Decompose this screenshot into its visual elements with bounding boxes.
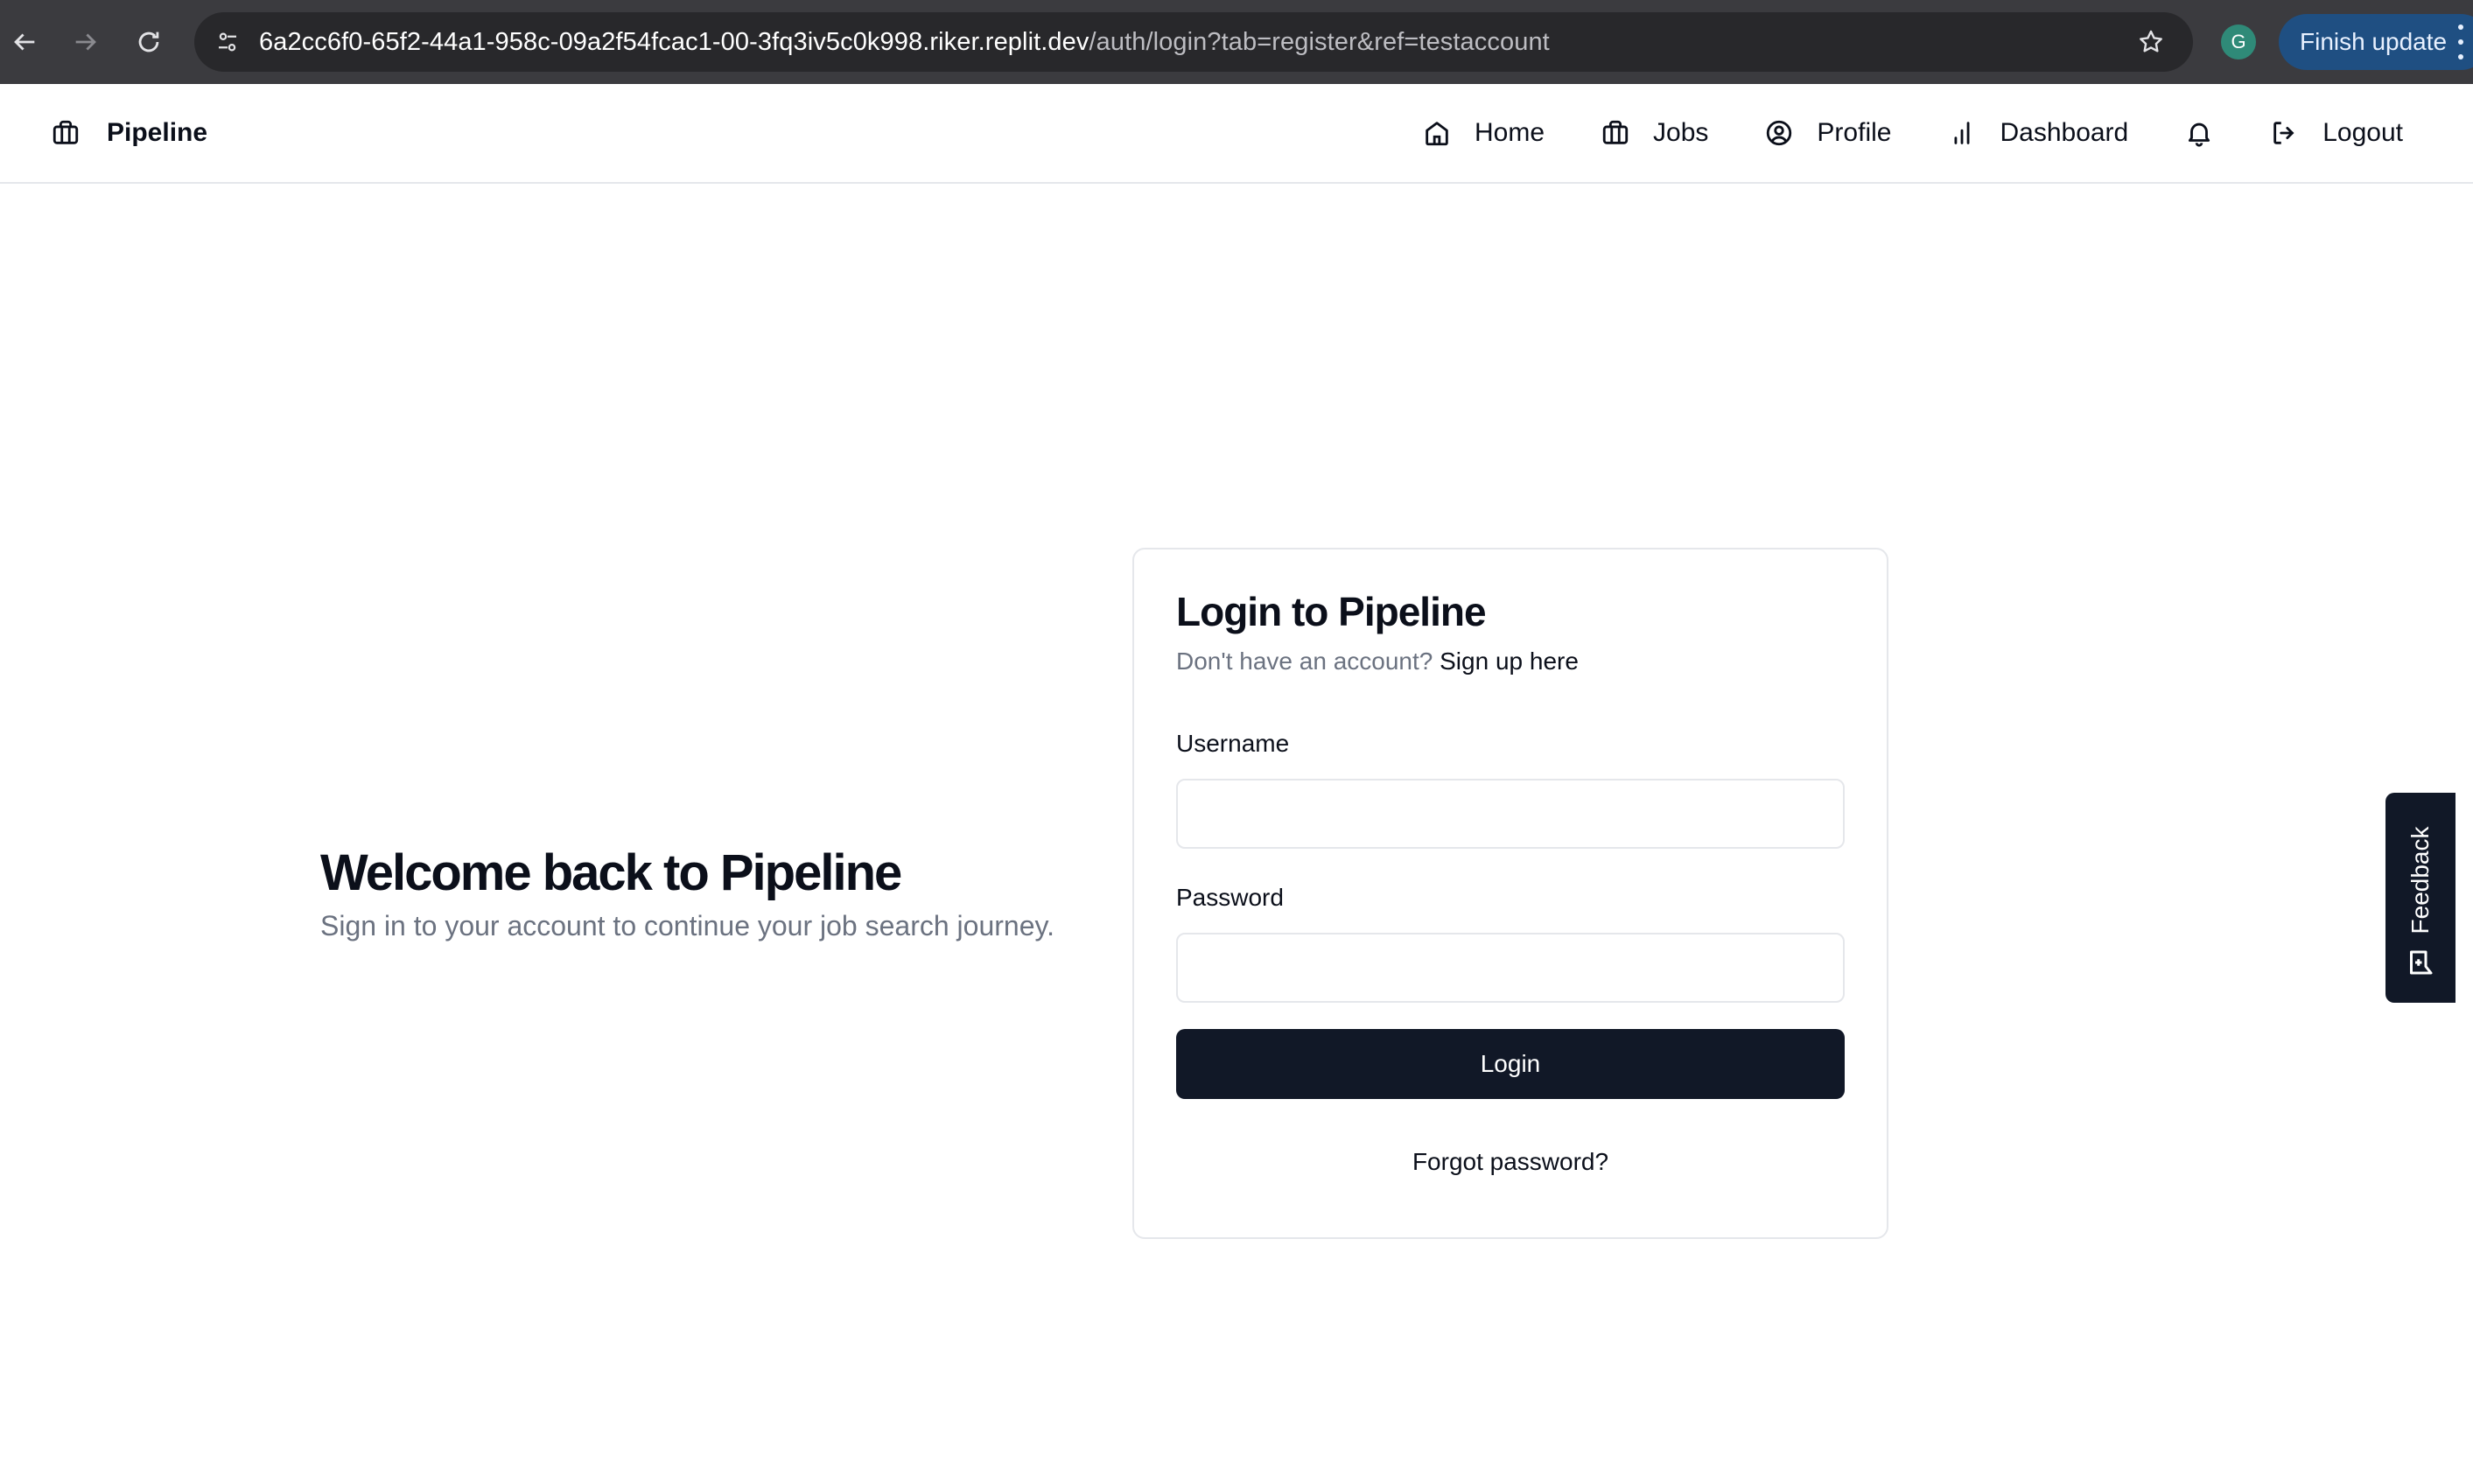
url-host: 6a2cc6f0-65f2-44a1-958c-09a2f54fcac1-00-… (259, 28, 1089, 56)
nav-notifications[interactable] (2184, 118, 2214, 148)
nav-profile[interactable]: Profile (1764, 118, 1891, 148)
browser-toolbar: 6a2cc6f0-65f2-44a1-958c-09a2f54fcac1-00-… (0, 0, 2473, 84)
user-circle-icon (1767, 120, 1792, 146)
bell-icon (2189, 122, 2210, 147)
reload-icon (138, 32, 159, 52)
home-icon (1426, 122, 1448, 146)
logout-icon (2273, 122, 2294, 144)
profile-avatar[interactable]: G (2221, 24, 2256, 60)
welcome-section: Welcome back to Pipeline Sign in to your… (320, 840, 1108, 943)
url-path: /auth/login?tab=register&ref=testaccount (1089, 28, 1550, 56)
signup-prompt-text: Don't have an account? (1176, 648, 1433, 675)
app-header: Pipeline Home Jobs Profile Dashboard Log… (0, 84, 2473, 184)
nav-home-label: Home (1475, 118, 1545, 147)
bookmark-star-icon[interactable] (2133, 24, 2168, 60)
brand[interactable]: Pipeline (51, 84, 207, 182)
feedback-tab[interactable]: Feedback (2385, 793, 2455, 1003)
briefcase-icon (53, 120, 79, 144)
feedback-label: Feedback (2406, 826, 2434, 934)
site-settings-icon[interactable] (210, 24, 245, 60)
bar-chart-icon (1954, 122, 1970, 144)
password-input[interactable] (1176, 933, 1845, 1003)
nav-logout[interactable]: Logout (2270, 118, 2403, 148)
forgot-password-link[interactable]: Forgot password? (1176, 1148, 1845, 1176)
nav-jobs-label: Jobs (1653, 118, 1709, 147)
briefcase-icon (1602, 120, 1629, 144)
nav-profile-label: Profile (1817, 118, 1892, 147)
login-card: Login to Pipeline Don't have an account?… (1132, 548, 1888, 1239)
welcome-title: Welcome back to Pipeline (320, 844, 902, 901)
reload-button[interactable] (124, 18, 173, 66)
arrow-left-icon (14, 33, 35, 51)
message-plus-icon (2410, 950, 2433, 975)
arrow-right-icon (75, 33, 96, 51)
password-label: Password (1176, 884, 1284, 911)
nav-dashboard-label: Dashboard (2000, 118, 2129, 147)
nav-jobs[interactable]: Jobs (1601, 118, 1708, 148)
main-nav: Home Jobs Profile Dashboard Logout (1366, 84, 2403, 182)
welcome-subtitle: Sign in to your account to continue your… (320, 910, 1055, 942)
nav-home[interactable]: Home (1422, 118, 1545, 148)
address-bar[interactable]: 6a2cc6f0-65f2-44a1-958c-09a2f54fcac1-00-… (194, 12, 2193, 72)
browser-menu-icon[interactable] (2455, 24, 2466, 60)
nav-dashboard[interactable]: Dashboard (1947, 118, 2128, 148)
signup-link[interactable]: Sign up here (1440, 648, 1579, 675)
username-label: Username (1176, 730, 1290, 757)
signup-prompt: Don't have an account? Sign up here (1176, 648, 1579, 676)
brand-name: Pipeline (107, 118, 208, 147)
back-button[interactable] (0, 18, 49, 66)
url-text: 6a2cc6f0-65f2-44a1-958c-09a2f54fcac1-00-… (259, 12, 1550, 72)
login-button[interactable]: Login (1176, 1029, 1845, 1099)
forward-button[interactable] (61, 18, 110, 66)
nav-logout-label: Logout (2322, 118, 2403, 147)
login-title: Login to Pipeline (1176, 589, 1487, 634)
username-input[interactable] (1176, 779, 1845, 849)
finish-update-button[interactable]: Finish update (2279, 14, 2473, 70)
